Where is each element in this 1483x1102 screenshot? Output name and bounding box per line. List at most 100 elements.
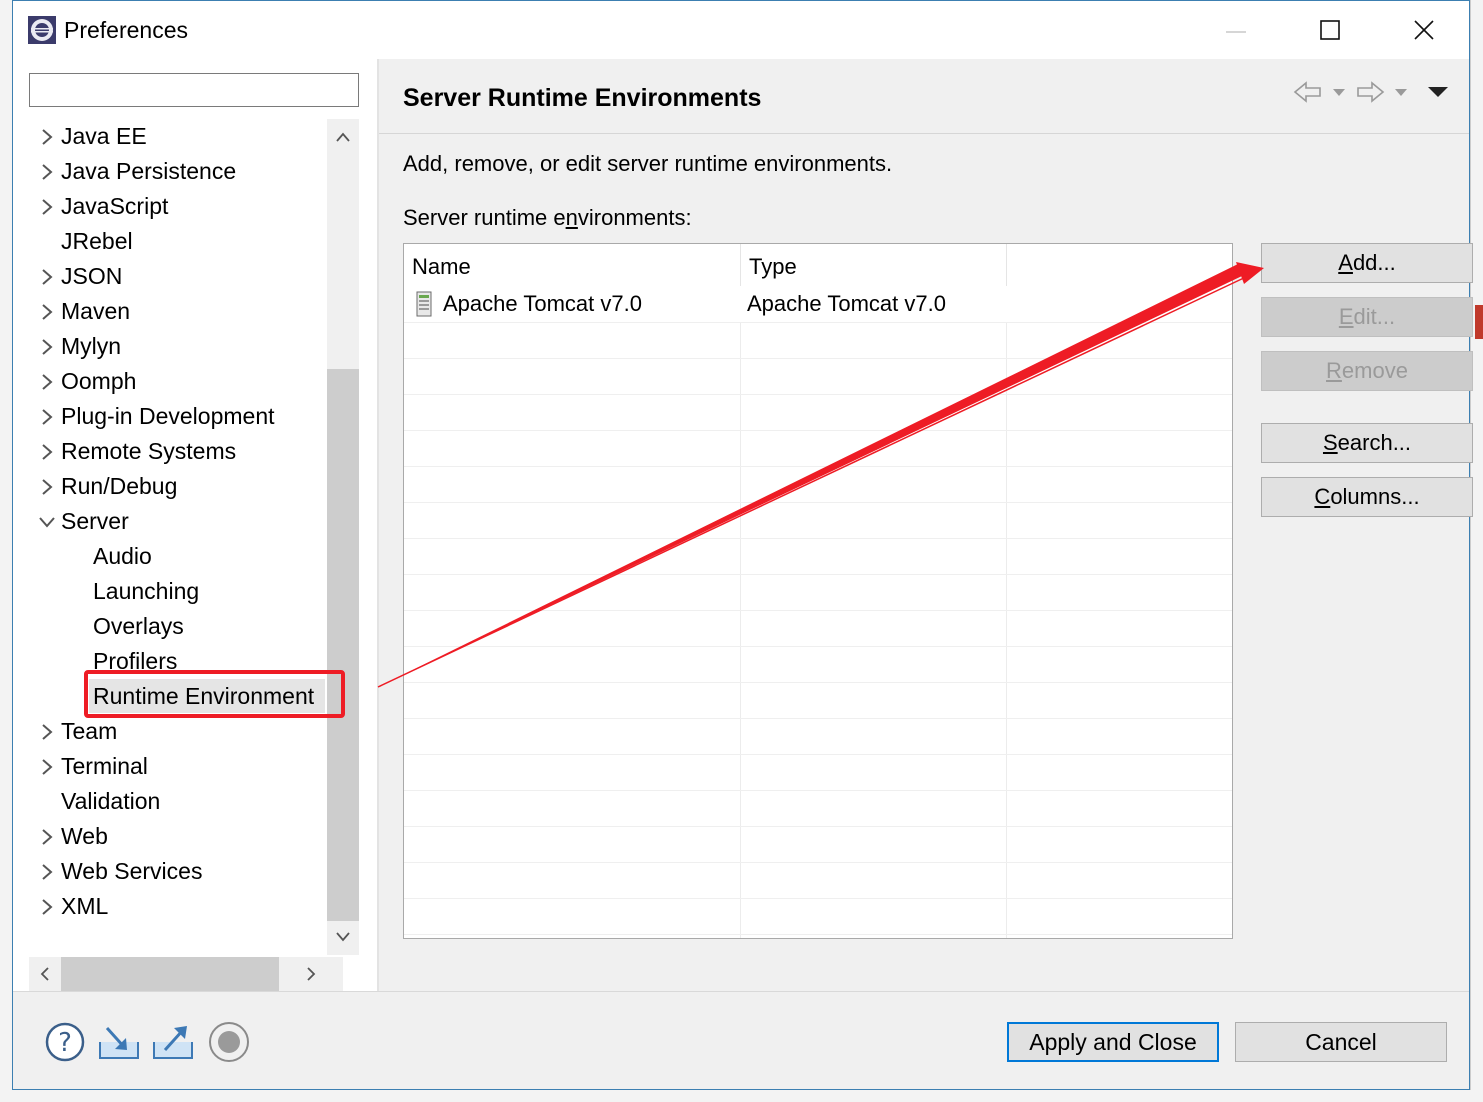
forward-dropdown-icon[interactable]	[1393, 77, 1409, 107]
empty-table-row	[404, 682, 1232, 719]
scroll-thumb[interactable]	[327, 369, 359, 921]
chevron-right-icon[interactable]	[37, 364, 57, 399]
tree-item-label: Validation	[61, 788, 161, 814]
tree-item[interactable]: Validation	[29, 784, 327, 819]
chevron-right-icon[interactable]	[37, 399, 57, 434]
tree-item-label: Team	[61, 718, 118, 744]
empty-table-row	[404, 898, 1232, 935]
minimize-button[interactable]	[1213, 9, 1259, 51]
chevron-right-icon[interactable]	[37, 154, 57, 189]
maximize-button[interactable]	[1307, 9, 1353, 51]
view-menu-icon[interactable]	[1425, 77, 1451, 107]
tree-item[interactable]: Web	[29, 819, 327, 854]
filter-input[interactable]	[29, 73, 359, 107]
empty-table-row	[404, 646, 1232, 683]
tree-item-label: Oomph	[61, 368, 137, 394]
tree-item-label: Launching	[93, 578, 200, 604]
tree-item-label: XML	[61, 893, 109, 919]
back-arrow-icon[interactable]	[1293, 77, 1323, 107]
title-bar: Preferences	[13, 1, 1469, 59]
tree-item[interactable]: Mylyn	[29, 329, 327, 364]
tree-item[interactable]: Java Persistence	[29, 154, 327, 189]
chevron-right-icon[interactable]	[37, 259, 57, 294]
tree-item-label: Java EE	[61, 123, 147, 149]
tree-item[interactable]: Oomph	[29, 364, 327, 399]
empty-table-row	[404, 322, 1232, 359]
tree-item[interactable]: Run/Debug	[29, 469, 327, 504]
tree-item[interactable]: Team	[29, 714, 327, 749]
empty-table-row	[404, 430, 1232, 467]
dialog-button-bar: ? Apply and Close Cancel	[13, 992, 1469, 1089]
chevron-right-icon[interactable]	[37, 749, 57, 784]
empty-table-row	[404, 826, 1232, 863]
tree-item[interactable]: Web Services	[29, 854, 327, 889]
window-title: Preferences	[64, 17, 189, 43]
tree-item[interactable]: XML	[29, 889, 327, 924]
tree-item-label: Audio	[93, 543, 152, 569]
chevron-right-icon[interactable]	[37, 294, 57, 329]
apply-and-close-button[interactable]: Apply and Close	[1007, 1022, 1219, 1062]
empty-table-row	[404, 862, 1232, 899]
tree-item[interactable]: Server	[29, 504, 327, 539]
tree-item[interactable]: Java EE	[29, 119, 327, 154]
column-header-type[interactable]: Type	[741, 244, 1007, 286]
add-button[interactable]: Add...	[1261, 243, 1473, 283]
scroll-right-arrow-icon[interactable]	[295, 957, 327, 991]
chevron-right-icon[interactable]	[37, 329, 57, 364]
export-icon[interactable]	[151, 1020, 195, 1064]
tree-item[interactable]: JavaScript	[29, 189, 327, 224]
column-header-name[interactable]: Name	[404, 244, 741, 286]
tree-item[interactable]: Terminal	[29, 749, 327, 784]
svg-text:?: ?	[58, 1028, 72, 1058]
runtime-environments-table[interactable]: Name Type Apache Tomcat v7.0 Apache Tomc…	[403, 243, 1233, 939]
tree-horizontal-scrollbar[interactable]	[29, 957, 343, 991]
empty-table-row	[404, 358, 1232, 395]
columns-button[interactable]: Columns...	[1261, 477, 1473, 517]
chevron-right-icon[interactable]	[37, 119, 57, 154]
chevron-right-icon[interactable]	[37, 434, 57, 469]
preferences-dialog: Preferences Java EE Java Persistence JavaS…	[12, 0, 1473, 1090]
background-window-edge	[0, 0, 12, 1102]
chevron-right-icon[interactable]	[37, 819, 57, 854]
remove-button[interactable]: Remove	[1261, 351, 1473, 391]
chevron-right-icon[interactable]	[37, 889, 57, 924]
tree-vertical-scrollbar[interactable]	[327, 119, 359, 955]
tree-item[interactable]: Audio	[29, 539, 327, 574]
chevron-right-icon[interactable]	[37, 189, 57, 224]
tree-item-label: Remote Systems	[61, 438, 237, 464]
server-icon	[416, 291, 432, 317]
scroll-down-arrow-icon[interactable]	[327, 919, 359, 955]
horizontal-scroll-thumb[interactable]	[61, 957, 279, 991]
chevron-right-icon[interactable]	[37, 469, 57, 504]
cancel-button[interactable]: Cancel	[1235, 1022, 1447, 1062]
tree-item[interactable]: Launching	[29, 574, 327, 609]
chevron-right-icon[interactable]	[37, 714, 57, 749]
tree-item[interactable]: Maven	[29, 294, 327, 329]
tree-item[interactable]: JRebel	[29, 224, 327, 259]
empty-table-row	[404, 754, 1232, 791]
search-button[interactable]: Search...	[1261, 423, 1473, 463]
import-icon[interactable]	[97, 1020, 141, 1064]
preferences-tree: Java EE Java Persistence JavaScript JRebel J…	[29, 119, 327, 929]
close-button[interactable]	[1401, 9, 1447, 51]
tree-item[interactable]: Remote Systems	[29, 434, 327, 469]
scroll-left-arrow-icon[interactable]	[29, 957, 61, 991]
tree-item-label: Server	[61, 508, 129, 534]
back-dropdown-icon[interactable]	[1331, 77, 1347, 107]
chevron-right-icon[interactable]	[37, 854, 57, 889]
record-icon[interactable]	[207, 1020, 251, 1064]
chevron-down-icon[interactable]	[37, 504, 57, 539]
edit-button[interactable]: Edit...	[1261, 297, 1473, 337]
page-title: Server Runtime Environments	[403, 84, 762, 112]
tree-item[interactable]: Plug-in Development	[29, 399, 327, 434]
tree-item-label: Plug-in Development	[61, 403, 275, 429]
tree-item[interactable]: JSON	[29, 259, 327, 294]
table-row[interactable]: Apache Tomcat v7.0 Apache Tomcat v7.0	[404, 286, 1232, 323]
tree-item-label: JRebel	[61, 228, 133, 254]
scroll-up-arrow-icon[interactable]	[327, 119, 359, 155]
empty-table-row	[404, 502, 1232, 539]
forward-arrow-icon[interactable]	[1355, 77, 1385, 107]
help-icon[interactable]: ?	[43, 1020, 87, 1064]
tree-item[interactable]: Overlays	[29, 609, 327, 644]
empty-table-row	[404, 610, 1232, 647]
